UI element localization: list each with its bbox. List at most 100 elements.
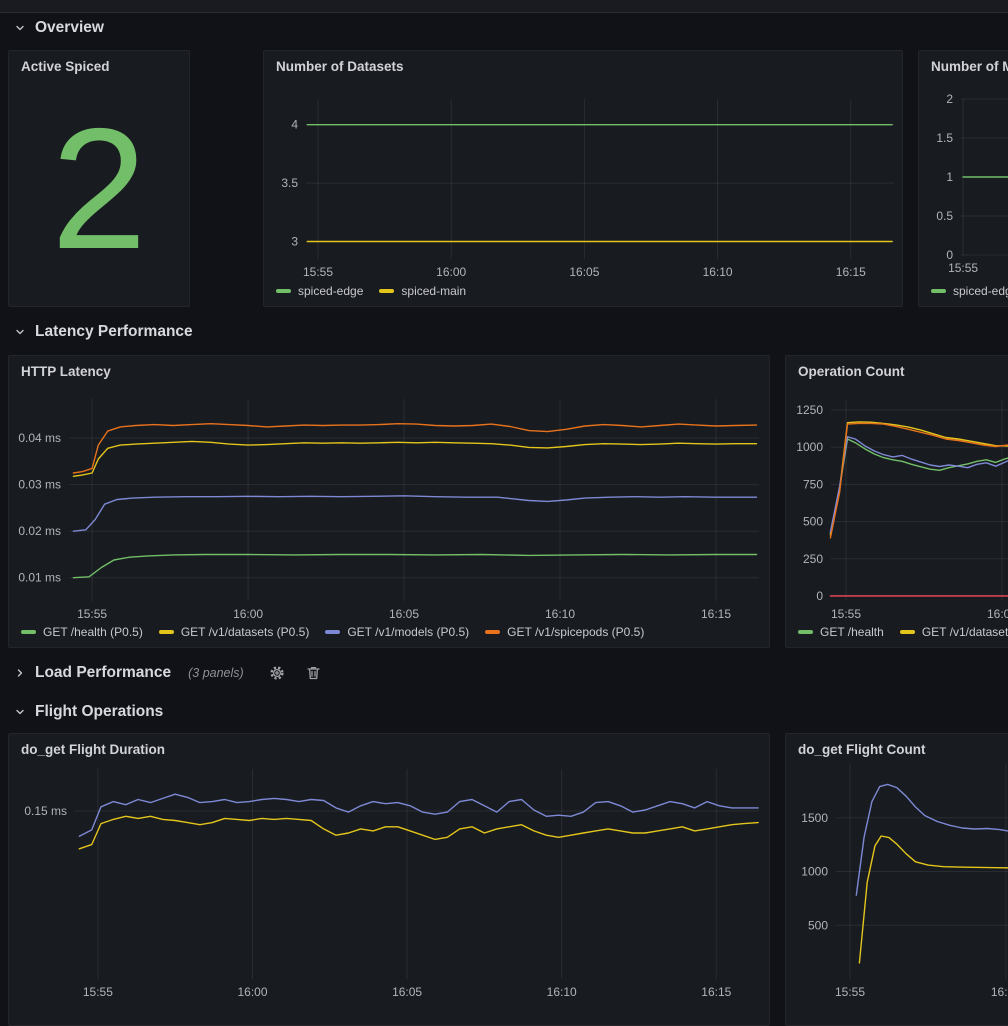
panel-do-get-flight-count: do_get Flight Count 5001000150015:5516:0… — [785, 733, 1008, 1026]
legend-item[interactable]: GET /v1/datasets — [900, 625, 1008, 639]
section-header-latency-performance[interactable]: Latency Performance — [14, 321, 193, 343]
svg-text:16:00: 16:00 — [436, 265, 466, 279]
flight-duration-chart[interactable]: 0.15 ms15:5516:0016:0516:1016:15 — [9, 734, 770, 1026]
svg-text:0.03 ms: 0.03 ms — [18, 478, 61, 492]
svg-text:15:55: 15:55 — [948, 261, 978, 275]
svg-text:16:05: 16:05 — [392, 985, 422, 999]
svg-text:1500: 1500 — [801, 811, 828, 825]
trash-icon[interactable] — [306, 665, 321, 681]
legend-swatch — [798, 630, 813, 634]
svg-text:1.5: 1.5 — [936, 131, 953, 145]
models-chart[interactable]: 00.511.5215:5516:0016:0516:1016:15 — [919, 51, 1008, 307]
svg-text:1250: 1250 — [796, 403, 823, 417]
series-line — [830, 439, 1008, 534]
svg-text:16:00: 16:00 — [987, 607, 1008, 621]
svg-text:0.04 ms: 0.04 ms — [18, 431, 61, 445]
legend-item[interactable]: GET /v1/models (P0.5) — [325, 625, 469, 639]
section-title: Flight Operations — [35, 703, 163, 721]
svg-text:15:55: 15:55 — [303, 265, 333, 279]
legend-item[interactable]: GET /v1/datasets (P0.5) — [159, 625, 310, 639]
svg-text:16:10: 16:10 — [545, 607, 575, 621]
svg-text:3.5: 3.5 — [281, 176, 298, 190]
svg-text:500: 500 — [808, 918, 828, 932]
legend-swatch — [325, 630, 340, 634]
svg-text:16:00: 16:00 — [237, 985, 267, 999]
svg-text:16:15: 16:15 — [701, 607, 731, 621]
panel-title[interactable]: Active Spiced — [21, 59, 110, 74]
legend-label: spiced-edge — [953, 284, 1008, 298]
svg-text:0: 0 — [816, 589, 823, 603]
legend-label: GET /health (P0.5) — [43, 625, 143, 639]
legend-label: GET /v1/spicepods (P0.5) — [507, 625, 644, 639]
legend-item[interactable]: spiced-edge — [931, 284, 1008, 298]
panel-http-latency: HTTP Latency 0.01 ms 0.02 ms 0.03 ms 0.04 m… — [8, 355, 770, 648]
svg-text:0.02 ms: 0.02 ms — [18, 524, 61, 538]
svg-text:16:10: 16:10 — [703, 265, 733, 279]
chevron-down-icon — [14, 22, 26, 34]
operation-count-chart[interactable]: 02505007501000125015:5516:0016:0516:10 — [786, 356, 1008, 648]
panel-count-label: (3 panels) — [188, 666, 244, 680]
svg-text:1000: 1000 — [796, 440, 823, 454]
chart-legend: GET /health (P0.5) GET /v1/datasets (P0.5… — [21, 625, 644, 639]
legend-swatch — [931, 289, 946, 293]
series-line — [859, 836, 1008, 963]
svg-text:1: 1 — [946, 170, 953, 184]
legend-item[interactable]: GET /health (P0.5) — [21, 625, 143, 639]
panel-title[interactable]: HTTP Latency — [21, 364, 111, 379]
legend-label: GET /v1/datasets — [922, 625, 1008, 639]
datasets-chart[interactable]: 33.5415:5516:0016:0516:1016:15 — [264, 51, 903, 307]
legend-label: GET /health — [820, 625, 884, 639]
svg-text:16:05: 16:05 — [389, 607, 419, 621]
panel-title[interactable]: do_get Flight Count — [798, 742, 925, 757]
flight-count-chart[interactable]: 5001000150015:5516:0016:0516:10 — [786, 734, 1008, 1026]
section-title: Overview — [35, 19, 104, 37]
legend-label: spiced-edge — [298, 284, 363, 298]
series-line — [73, 496, 756, 531]
chart-legend: spiced-edge spiced-main — [276, 284, 466, 298]
legend-swatch — [900, 630, 915, 634]
series-line — [79, 794, 758, 836]
svg-text:3: 3 — [291, 235, 298, 249]
panel-title[interactable]: Number of Datasets — [276, 59, 404, 74]
legend-item[interactable]: GET /health — [798, 625, 884, 639]
svg-text:16:00: 16:00 — [233, 607, 263, 621]
legend-label: spiced-main — [401, 284, 466, 298]
chevron-right-icon — [14, 667, 26, 679]
section-header-load-performance[interactable]: Load Performance (3 panels) — [14, 661, 321, 685]
section-header-overview[interactable]: Overview — [14, 17, 104, 39]
panel-operation-count: Operation Count 02505007501000125015:551… — [785, 355, 1008, 648]
svg-text:16:00: 16:00 — [991, 985, 1008, 999]
top-toolbar-strip — [0, 0, 1008, 13]
svg-text:0.01 ms: 0.01 ms — [18, 571, 61, 585]
svg-text:1000: 1000 — [801, 865, 828, 879]
series-line — [73, 441, 756, 476]
series-line — [79, 816, 758, 849]
series-line — [73, 424, 756, 473]
legend-swatch — [379, 289, 394, 293]
svg-text:250: 250 — [803, 552, 823, 566]
series-line — [830, 422, 1008, 535]
gear-icon[interactable] — [269, 665, 285, 681]
legend-swatch — [159, 630, 174, 634]
legend-swatch — [21, 630, 36, 634]
svg-text:4: 4 — [291, 118, 298, 132]
http-latency-chart[interactable]: 0.01 ms0.02 ms0.03 ms0.04 ms15:5516:0016… — [9, 356, 770, 648]
panel-title[interactable]: Operation Count — [798, 364, 905, 379]
panel-number-of-models: Number of Models 00.511.5215:5516:0016:0… — [918, 50, 1008, 307]
section-header-flight-operations[interactable]: Flight Operations — [14, 701, 163, 723]
panel-title[interactable]: do_get Flight Duration — [21, 742, 165, 757]
legend-item[interactable]: spiced-main — [379, 284, 466, 298]
svg-text:2: 2 — [946, 92, 953, 106]
svg-text:16:10: 16:10 — [547, 985, 577, 999]
legend-swatch — [276, 289, 291, 293]
legend-item[interactable]: GET /v1/spicepods (P0.5) — [485, 625, 644, 639]
svg-text:750: 750 — [803, 477, 823, 491]
legend-item[interactable]: spiced-edge — [276, 284, 363, 298]
svg-text:0.15 ms: 0.15 ms — [24, 804, 67, 818]
chevron-down-icon — [14, 706, 26, 718]
legend-label: GET /v1/models (P0.5) — [347, 625, 469, 639]
svg-text:0.5: 0.5 — [936, 209, 953, 223]
panel-title[interactable]: Number of Models — [931, 59, 1008, 74]
chevron-down-icon — [14, 326, 26, 338]
svg-text:500: 500 — [803, 515, 823, 529]
